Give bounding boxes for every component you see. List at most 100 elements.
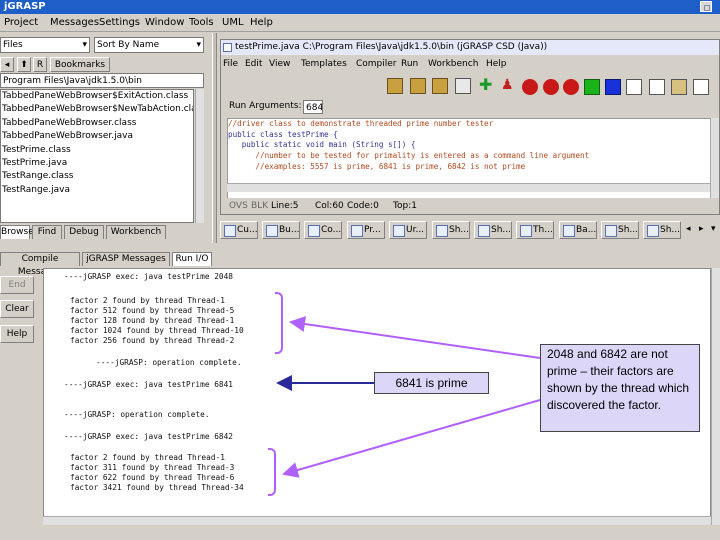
undo-icon[interactable]	[693, 79, 709, 95]
file-item[interactable]: TabbedPaneWebBrowser.java	[1, 130, 193, 143]
up-button[interactable]: ⬆	[17, 57, 31, 72]
end-button[interactable]: End	[0, 276, 34, 294]
status-line: Line:5	[271, 201, 299, 211]
refresh-button[interactable]: R	[33, 57, 47, 72]
green-square-icon[interactable]	[584, 79, 600, 95]
tab-workbench-label: Workbench	[110, 227, 162, 237]
window-tab[interactable]: Sh...	[432, 221, 470, 239]
editor-menu-run[interactable]: Run	[401, 59, 418, 69]
sort-select[interactable]: Sort By Name ▾	[94, 37, 204, 53]
window-tab-label: Sh...	[449, 225, 469, 235]
tab-workbench[interactable]: Workbench	[106, 225, 166, 239]
scroll-left-icon[interactable]: ◂	[686, 224, 691, 234]
output-line: factor 622 found by thread Thread-6	[70, 473, 235, 482]
filter-select[interactable]: Files ▾	[0, 37, 90, 53]
tab-jgrasp-messages[interactable]: jGRASP Messages	[82, 252, 170, 266]
window-tab[interactable]: Sh...	[643, 221, 681, 239]
menu-uml[interactable]: UML	[222, 17, 244, 28]
code-line: public class testPrime {	[228, 129, 338, 139]
menu-help[interactable]: Help	[250, 17, 273, 28]
tab-find[interactable]: Find	[32, 225, 62, 239]
file-item[interactable]: TestRange.java	[1, 184, 193, 197]
editor-menu-help[interactable]: Help	[486, 59, 507, 69]
scroll-right-icon[interactable]: ▸	[699, 224, 704, 234]
output-line: ----jGRASP exec: java testPrime 2048	[64, 272, 233, 281]
blue-square-icon[interactable]	[605, 79, 621, 95]
file-item[interactable]: TestPrime.class	[1, 144, 193, 157]
file-item[interactable]: TabbedPaneWebBrowser.class	[1, 117, 193, 130]
factors-bracket-bottom	[268, 448, 276, 496]
window-tab-label: Bu...	[279, 225, 300, 235]
output-hscrollbar[interactable]	[43, 516, 711, 525]
window-tab[interactable]: Bu...	[262, 221, 300, 239]
paste-icon[interactable]	[671, 79, 687, 95]
editor-menu-bar: File Edit View Templates Compiler Run Wo…	[221, 57, 719, 71]
folder-icon[interactable]	[387, 78, 403, 94]
debug-bug-icon[interactable]	[522, 79, 538, 95]
window-tab[interactable]: Ur...	[389, 221, 427, 239]
prime-callout-text: 6841 is prime	[395, 376, 468, 390]
output-line: ----jGRASP: operation complete.	[96, 358, 242, 367]
output-line: ----jGRASP exec: java testPrime 6841	[64, 380, 233, 389]
code-line: //number to be tested for primality is e…	[228, 151, 590, 161]
copy-icon[interactable]	[649, 79, 665, 95]
editor-menu-edit[interactable]: Edit	[245, 59, 262, 69]
print-icon[interactable]	[455, 78, 471, 94]
chevron-down-icon: ▾	[196, 40, 201, 50]
factors-bracket-top	[275, 292, 283, 354]
code-vscrollbar[interactable]	[710, 118, 719, 198]
tab-compile-messages[interactable]: Compile Messages	[0, 252, 80, 277]
path-field[interactable]: Program Files\Java\jdk1.5.0\bin	[0, 73, 204, 88]
tab-find-label: Find	[37, 227, 57, 237]
sort-value: Sort By Name	[97, 40, 160, 50]
tab-run-io[interactable]: Run I/O	[172, 252, 212, 266]
editor-menu-view[interactable]: View	[269, 59, 290, 69]
code-line: //examples: 5557 is prime, 6841 is prime…	[228, 161, 526, 171]
run-icon[interactable]: ♟	[501, 78, 517, 94]
editor-menu-templates[interactable]: Templates	[301, 59, 347, 69]
editor-menu-file[interactable]: File	[223, 59, 238, 69]
window-tab[interactable]: Th...	[516, 221, 554, 239]
close-tab-icon[interactable]: ▾	[711, 224, 716, 234]
help-button[interactable]: Help	[0, 325, 34, 343]
tab-browse[interactable]: Browse	[0, 225, 34, 239]
file-item[interactable]: TabbedPaneWebBrowser$ExitAction.class	[1, 90, 193, 103]
step-icon[interactable]	[563, 79, 579, 95]
run-args-input[interactable]: 6842	[303, 100, 323, 114]
maximize-button[interactable]	[700, 1, 712, 12]
menu-project[interactable]: Project	[4, 17, 38, 28]
menu-settings[interactable]: Settings	[99, 17, 140, 28]
file-item[interactable]: TabbedPaneWebBrowser$NewTabAction.class	[1, 103, 193, 116]
code-hscrollbar[interactable]	[227, 183, 719, 192]
tab-debug[interactable]: Debug	[64, 225, 104, 239]
output-line: factor 2 found by thread Thread-1	[70, 453, 225, 462]
file-item[interactable]: TestPrime.java	[1, 157, 193, 170]
status-col: Col:60	[315, 201, 344, 211]
cut-icon[interactable]	[626, 79, 642, 95]
debug-bug-icon[interactable]	[543, 79, 559, 95]
window-tab[interactable]: Ba...	[559, 221, 597, 239]
menu-window[interactable]: Window	[145, 17, 184, 28]
window-tab[interactable]: Cu...	[220, 221, 258, 239]
window-tab[interactable]: Sh...	[474, 221, 512, 239]
menu-tools[interactable]: Tools	[189, 17, 214, 28]
menu-messages[interactable]: Messages	[50, 17, 99, 28]
editor-status-bar: OVS BLK Line:5 Col:60 Code:0 Top:1	[227, 198, 719, 214]
bookmarks-button[interactable]: Bookmarks	[50, 57, 110, 72]
file-list-scrollbar[interactable]	[195, 89, 204, 223]
editor-menu-workbench[interactable]: Workbench	[428, 59, 478, 69]
folder-icon[interactable]	[432, 78, 448, 94]
window-tab[interactable]: Pr...	[347, 221, 385, 239]
clear-button[interactable]: Clear	[0, 300, 34, 318]
output-vscrollbar[interactable]	[711, 268, 720, 525]
compile-plus-icon[interactable]: ✚	[479, 77, 495, 94]
window-tab[interactable]: Sh...	[601, 221, 639, 239]
back-button[interactable]: ◂	[0, 57, 14, 72]
file-item[interactable]: TestRange.class	[1, 170, 193, 183]
vertical-splitter[interactable]	[212, 33, 217, 243]
output-line: factor 3421 found by thread Thread-34	[70, 483, 244, 492]
run-args-value: 6842	[306, 103, 323, 113]
editor-menu-compiler[interactable]: Compiler	[356, 59, 397, 69]
folder-icon[interactable]	[410, 78, 426, 94]
window-tab[interactable]: Co...	[304, 221, 342, 239]
